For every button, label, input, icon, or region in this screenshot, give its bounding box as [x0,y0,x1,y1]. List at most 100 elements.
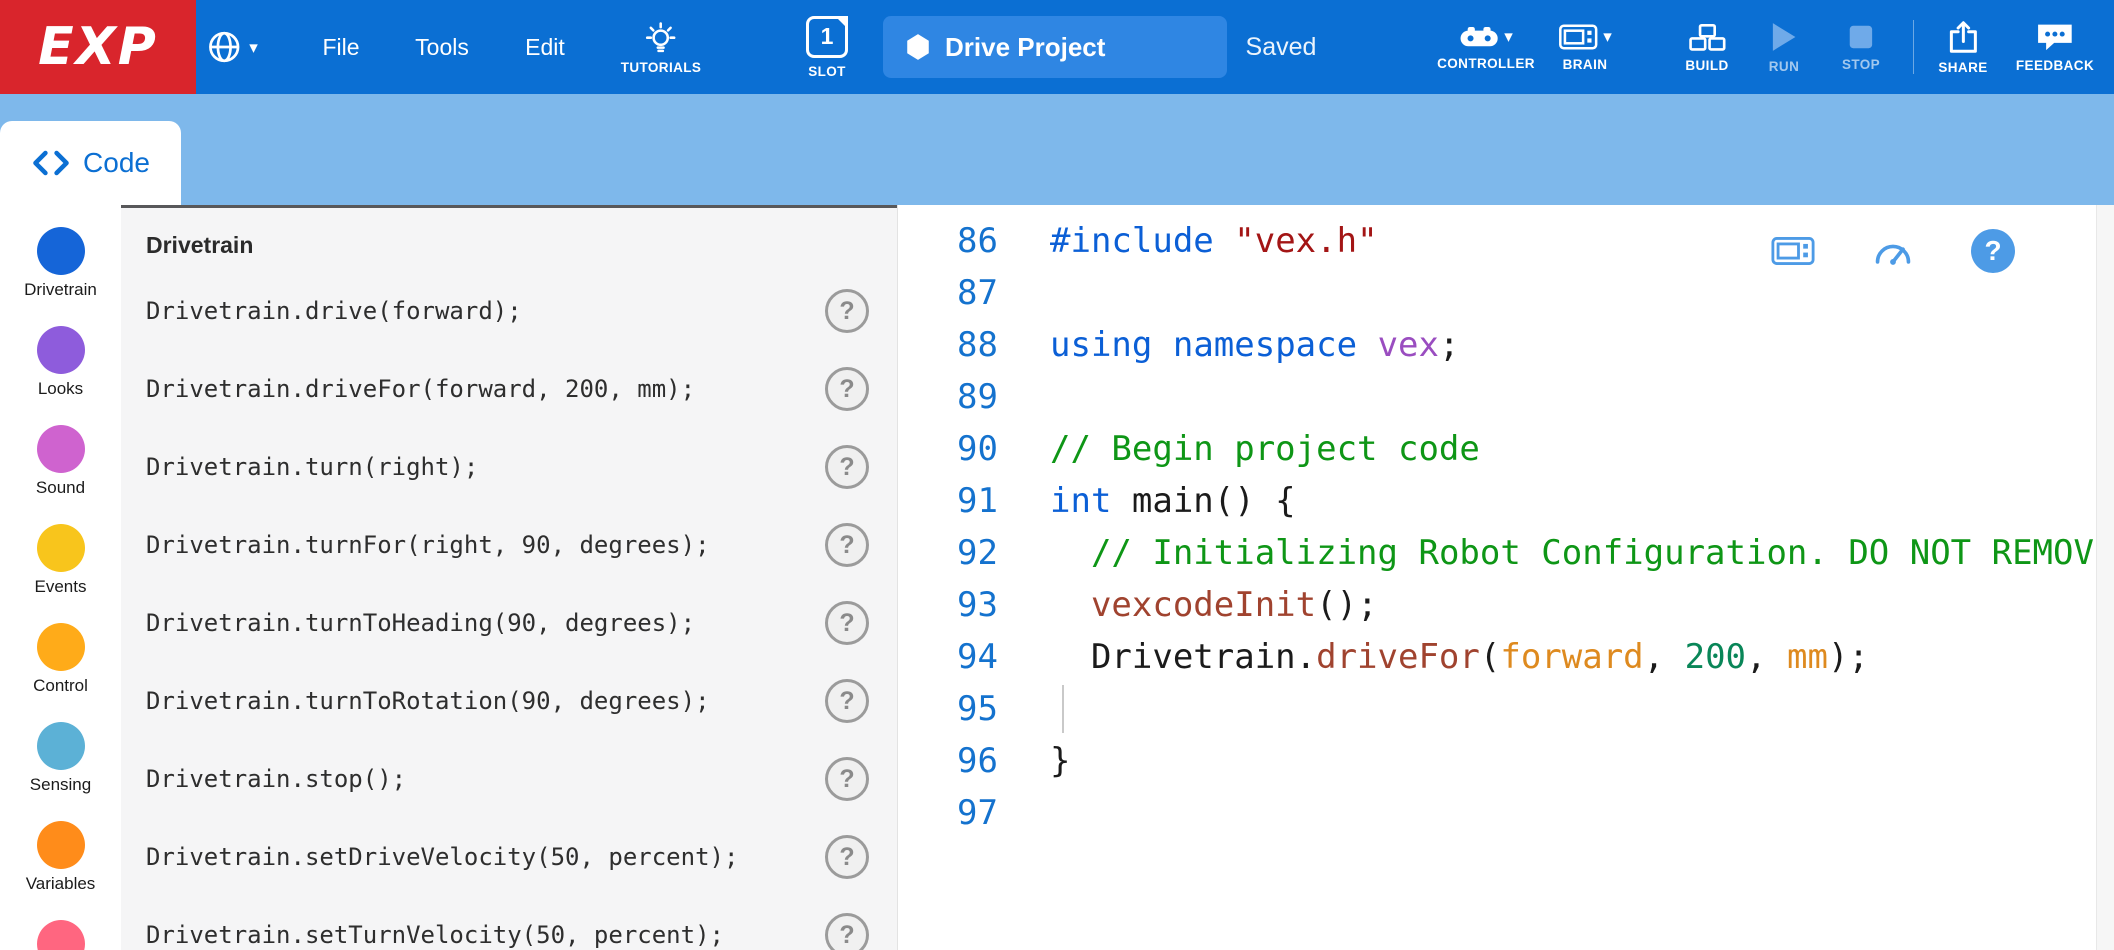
category-control[interactable]: Control [0,601,121,700]
command-help-button[interactable]: ? [825,445,869,489]
command-text[interactable]: Drivetrain.turnToRotation(90, degrees); [146,687,710,715]
category-color-dot[interactable] [37,425,85,473]
code-line-95[interactable]: 95 [898,683,2114,735]
category-looks[interactable]: Looks [0,304,121,403]
command-row[interactable]: Drivetrain.driveFor(forward, 200, mm);? [146,350,897,428]
code-line-89[interactable]: 89 [898,371,2114,423]
slot-button[interactable]: 1 SLOT [806,0,848,94]
line-number: 94 [898,631,998,683]
code-token: , [1746,637,1787,677]
code-line-93[interactable]: 93 vexcodeInit(); [898,579,2114,631]
code-token: int [1050,481,1111,521]
command-text[interactable]: Drivetrain.stop(); [146,765,406,793]
project-name-button[interactable]: Drive Project [883,16,1227,78]
command-text[interactable]: Drivetrain.turnFor(right, 90, degrees); [146,531,710,559]
run-label: RUN [1769,59,1799,74]
command-row[interactable]: Drivetrain.turnFor(right, 90, degrees);? [146,506,897,584]
code-line-88[interactable]: 88using namespace vex; [898,319,2114,371]
command-text[interactable]: Drivetrain.turnToHeading(90, degrees); [146,609,695,637]
category-label: Looks [38,379,83,399]
command-row[interactable]: Drivetrain.turnToRotation(90, degrees);? [146,662,897,740]
dashboard-button[interactable] [1860,218,1926,284]
line-content: // Initializing Robot Configuration. DO … [998,527,2114,579]
line-number: 96 [898,735,998,787]
line-number: 86 [898,215,998,267]
command-help-button[interactable]: ? [825,523,869,567]
category-drivetrain[interactable]: Drivetrain [0,205,121,304]
code-token [1214,221,1234,261]
brain-button[interactable]: ▾ BRAIN [1558,0,1612,94]
stop-button[interactable]: STOP [1842,0,1880,94]
run-button[interactable]: RUN [1769,0,1799,94]
tab-code[interactable]: Code [0,121,181,205]
share-label: SHARE [1938,60,1987,75]
share-button[interactable]: SHARE [1938,0,1987,94]
command-row[interactable]: Drivetrain.setTurnVelocity(50, percent);… [146,896,897,950]
category-variables[interactable]: Variables [0,799,121,898]
command-row[interactable]: Drivetrain.turn(right);? [146,428,897,506]
indent-guide [1062,685,1064,733]
category-color-dot[interactable] [37,524,85,572]
category-extra[interactable] [0,898,121,950]
category-color-dot[interactable] [37,722,85,770]
device-info-button[interactable] [1760,218,1826,284]
line-content: } [998,735,1070,787]
line-number: 88 [898,319,998,371]
code-line-86[interactable]: 86#include "vex.h" [898,215,2114,267]
command-help-button[interactable]: ? [825,679,869,723]
command-text[interactable]: Drivetrain.driveFor(forward, 200, mm); [146,375,695,403]
editor-scrollbar[interactable] [2096,205,2114,950]
feedback-button[interactable]: FEEDBACK [2016,0,2094,94]
code-line-96[interactable]: 96} [898,735,2114,787]
menu-edit[interactable]: Edit [525,0,565,94]
category-color-dot[interactable] [37,920,85,950]
code-line-91[interactable]: 91int main() { [898,475,2114,527]
brain-label: BRAIN [1563,57,1608,72]
category-label: Sound [36,478,85,498]
code-line-92[interactable]: 92 // Initializing Robot Configuration. … [898,527,2114,579]
command-help-button[interactable]: ? [825,835,869,879]
code-editor[interactable]: 86#include "vex.h"8788 using namespace ve… [897,205,2114,950]
category-color-dot[interactable] [37,326,85,374]
command-help-button[interactable]: ? [825,913,869,950]
command-text[interactable]: Drivetrain.drive(forward); [146,297,522,325]
command-row[interactable]: Drivetrain.stop();? [146,740,897,818]
command-panel: Drivetrain Drivetrain.drive(forward);?Dr… [121,205,897,950]
command-help-button[interactable]: ? [825,289,869,333]
category-color-dot[interactable] [37,821,85,869]
command-row[interactable]: Drivetrain.drive(forward);? [146,272,897,350]
command-help-button[interactable]: ? [825,601,869,645]
code-token: using [1050,325,1152,365]
menu-tools[interactable]: Tools [415,0,469,94]
project-name: Drive Project [945,32,1105,63]
code-line-90[interactable]: 90// Begin project code [898,423,2114,475]
help-button[interactable]: ? [1960,218,2026,284]
controller-button[interactable]: ▾ CONTROLLER [1437,0,1535,94]
command-text[interactable]: Drivetrain.turn(right); [146,453,478,481]
category-color-dot[interactable] [37,623,85,671]
command-row[interactable]: Drivetrain.setDriveVelocity(50, percent)… [146,818,897,896]
command-row[interactable]: Drivetrain.turnToHeading(90, degrees);? [146,584,897,662]
brain-icon [1558,23,1598,51]
command-help-button[interactable]: ? [825,367,869,411]
code-line-87[interactable]: 87 [898,267,2114,319]
line-content [998,371,1050,423]
code-token: namespace [1173,325,1357,365]
category-sound[interactable]: Sound [0,403,121,502]
category-events[interactable]: Events [0,502,121,601]
menu-file[interactable]: File [322,0,359,94]
category-sensing[interactable]: Sensing [0,700,121,799]
command-text[interactable]: Drivetrain.setTurnVelocity(50, percent); [146,921,724,949]
code-line-97[interactable]: 97 [898,787,2114,839]
command-help-button[interactable]: ? [825,757,869,801]
code-line-94[interactable]: 94 Drivetrain.driveFor(forward, 200, mm)… [898,631,2114,683]
lightbulb-icon [644,20,678,54]
category-color-dot[interactable] [37,227,85,275]
code-token: // Begin project code [1050,429,1480,469]
stop-icon [1847,23,1875,51]
build-button[interactable]: BUILD [1685,0,1728,94]
brain-icon [1771,235,1815,267]
line-content: vexcodeInit(); [998,579,1378,631]
command-text[interactable]: Drivetrain.setDriveVelocity(50, percent)… [146,843,738,871]
tutorials-button[interactable]: TUTORIALS [621,0,702,94]
